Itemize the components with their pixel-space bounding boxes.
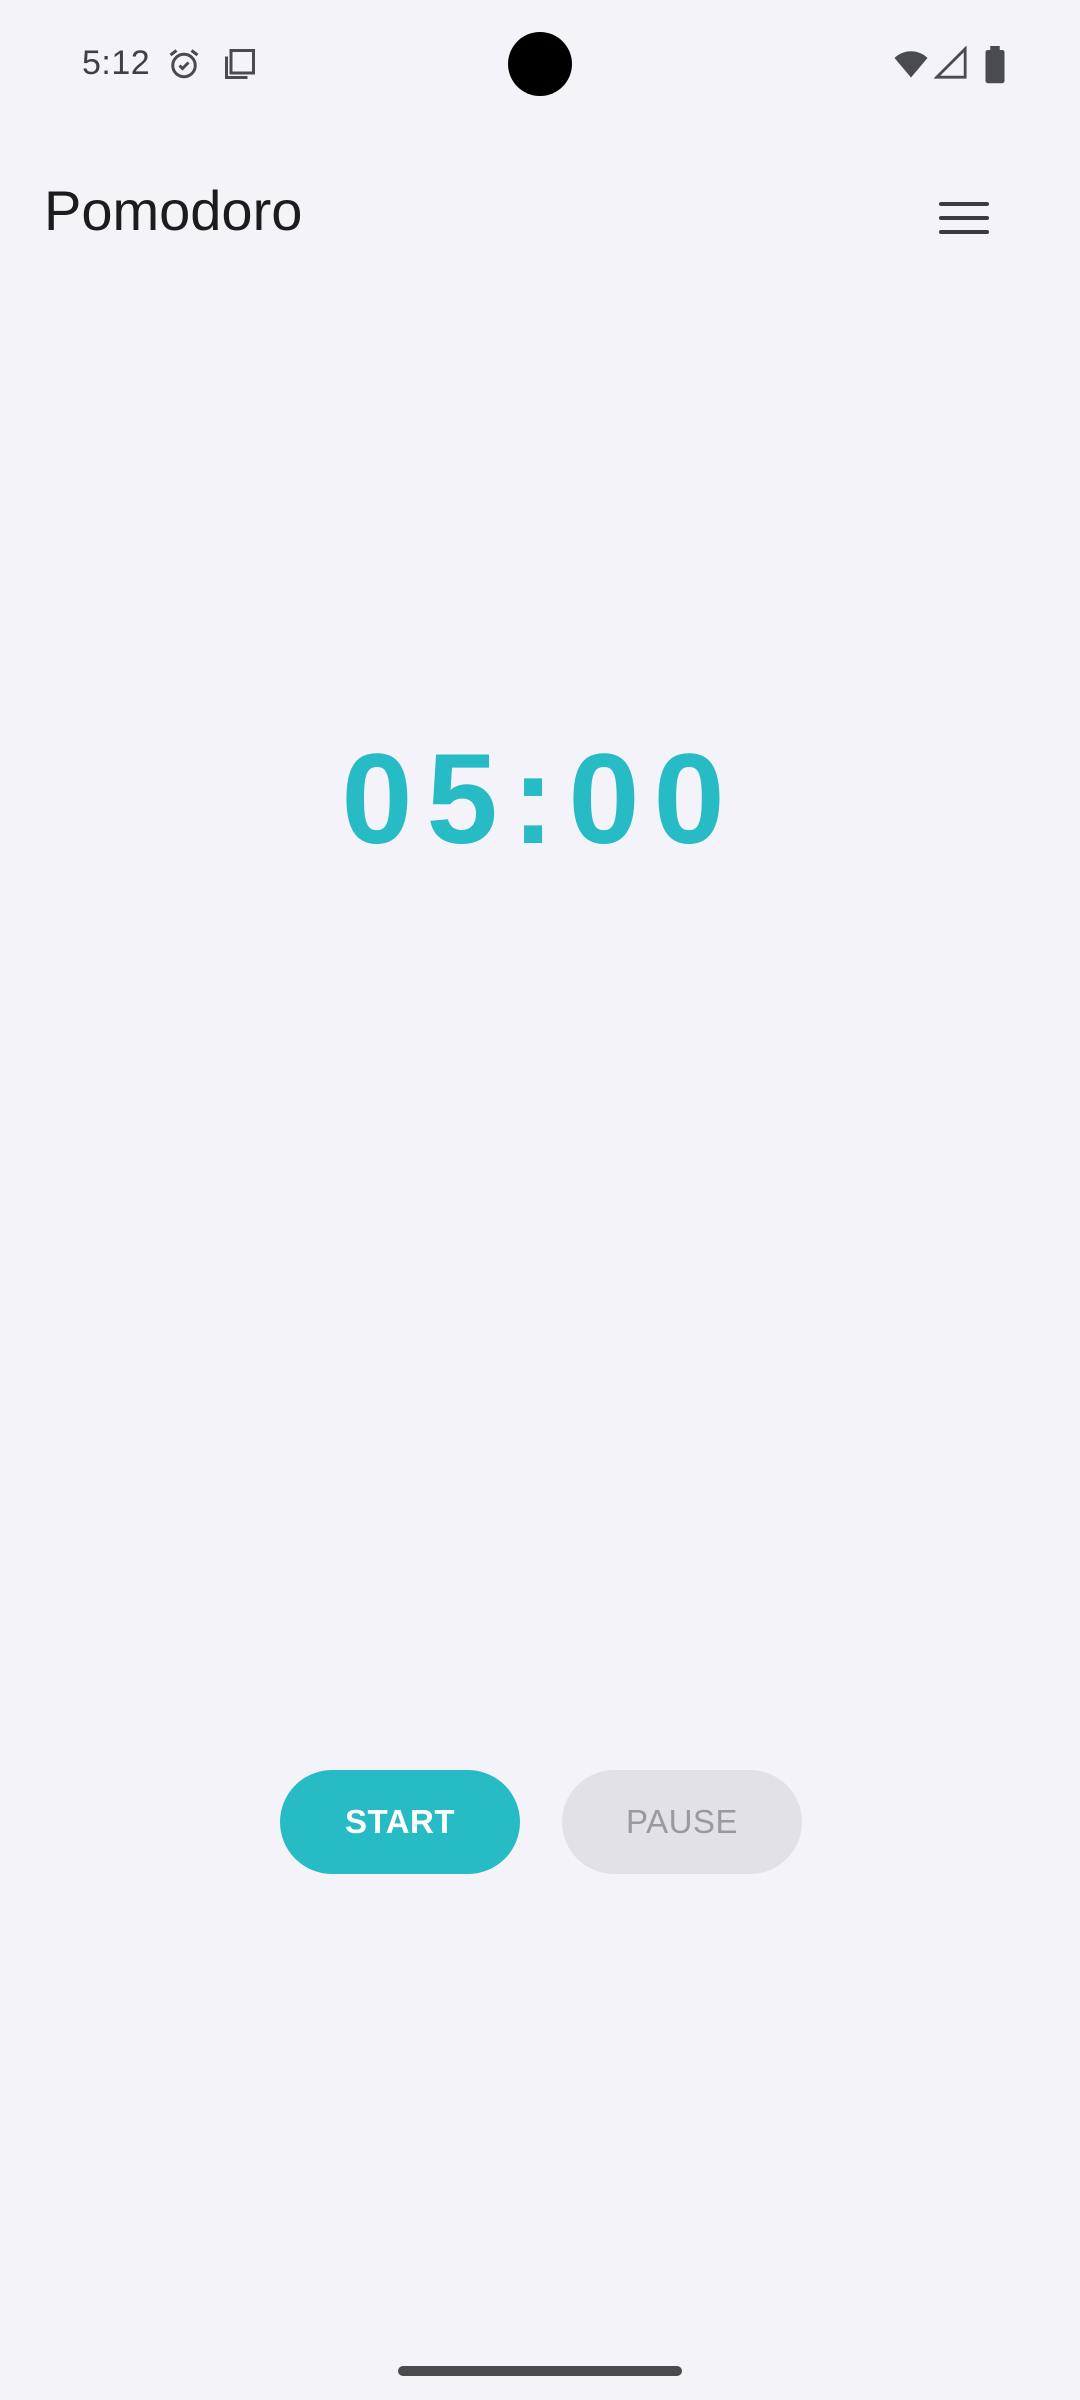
wifi-icon: [892, 46, 928, 82]
status-bar: 5:12: [0, 0, 1080, 130]
signal-icon: [933, 45, 970, 82]
battery-icon: [980, 46, 1016, 84]
hamburger-menu-icon: [939, 200, 989, 241]
timer-display: 05:00: [341, 728, 739, 871]
status-time: 5:12: [82, 44, 151, 82]
app-title: Pomodoro: [44, 179, 303, 242]
pause-button[interactable]: PAUSE: [562, 1770, 802, 1874]
screenshot-icon: [222, 46, 258, 82]
home-indicator[interactable]: [398, 2366, 682, 2376]
menu-button[interactable]: [916, 172, 1012, 268]
start-button[interactable]: START: [280, 1770, 520, 1874]
camera-cutout: [508, 32, 572, 96]
alarm-icon: [166, 46, 202, 82]
